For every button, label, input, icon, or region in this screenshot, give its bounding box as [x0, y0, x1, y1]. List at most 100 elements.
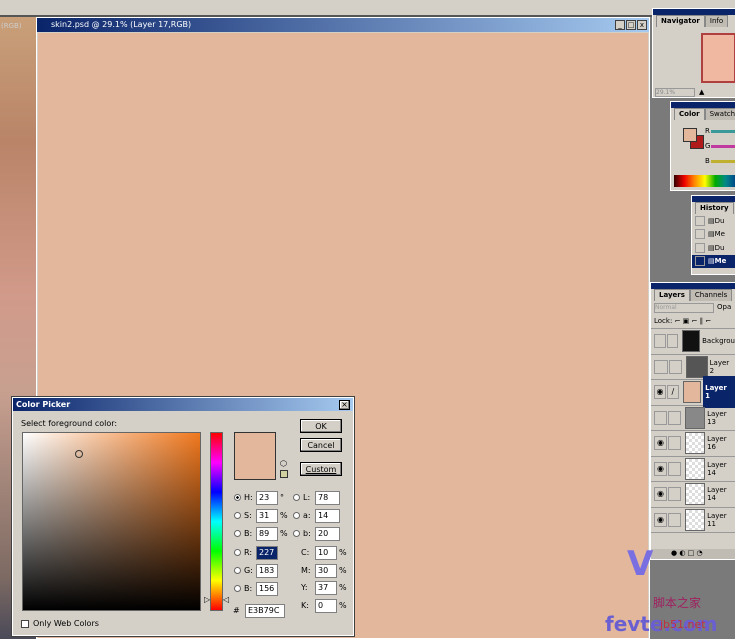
saturation-brightness-field[interactable]: [22, 432, 201, 611]
r-slider[interactable]: [711, 130, 735, 133]
visibility-eye-icon[interactable]: ◉: [654, 436, 667, 451]
tab-layers[interactable]: Layers: [654, 289, 690, 301]
tab-color[interactable]: Color: [674, 108, 705, 120]
hsb-unit: %: [280, 511, 288, 520]
only-web-colors-label: Only Web Colors: [33, 619, 99, 628]
tab-history[interactable]: History: [695, 202, 734, 214]
hue-slider-arrow-left[interactable]: ▷: [204, 595, 210, 604]
radio-hsb-1[interactable]: [234, 512, 241, 519]
cmyk-input[interactable]: 10: [315, 546, 337, 560]
history-item[interactable]: ▤ Me: [692, 228, 735, 242]
link-cell[interactable]: [667, 410, 681, 425]
layer-row[interactable]: ◉ Layer 14: [651, 457, 735, 482]
visibility-eye-icon[interactable]: [654, 334, 666, 349]
visibility-eye-icon[interactable]: ◉: [654, 461, 667, 476]
visibility-eye-icon[interactable]: ◉: [654, 512, 667, 527]
link-cell[interactable]: [667, 461, 681, 476]
foreground-swatch[interactable]: [683, 128, 697, 142]
hsb-input[interactable]: 23: [256, 491, 278, 505]
link-cell[interactable]: [667, 436, 681, 451]
tab-info[interactable]: Info: [704, 15, 729, 27]
cmyk-input[interactable]: 30: [315, 563, 337, 578]
opacity-label: Opa: [717, 303, 732, 311]
color-ramp[interactable]: [674, 175, 735, 187]
hsb-input[interactable]: 89: [256, 527, 278, 541]
layer-row[interactable]: ◉ Layer 14: [651, 482, 735, 508]
rgb-input[interactable]: 183: [256, 564, 278, 578]
cmyk-input[interactable]: 37: [315, 581, 337, 595]
tab-navigator[interactable]: Navigator: [656, 15, 705, 27]
zoom-out-icon[interactable]: ▲: [699, 88, 709, 97]
history-item[interactable]: ▤ Me: [692, 254, 735, 268]
history-item-label: Me: [714, 257, 727, 266]
hue-slider[interactable]: [210, 432, 223, 611]
hsb-input[interactable]: 31: [256, 509, 278, 523]
b-slider[interactable]: [711, 160, 735, 163]
radio-lab-2[interactable]: [293, 530, 300, 537]
lab-input[interactable]: 14: [315, 509, 340, 523]
brush-icon[interactable]: ∕: [666, 385, 679, 400]
radio-rgb-1[interactable]: [234, 567, 241, 574]
document-titlebar[interactable]: skin2.psd @ 29.1% (Layer 17,RGB) _ □ x: [37, 18, 649, 32]
layer-name: Layer 2: [709, 358, 730, 375]
maximize-button[interactable]: □: [626, 20, 636, 30]
radio-rgb-2[interactable]: [234, 585, 241, 592]
navigator-zoom-field[interactable]: 29.1%: [655, 88, 695, 97]
layer-name: Layer 14: [707, 486, 727, 503]
visibility-eye-icon[interactable]: ◉: [654, 487, 667, 502]
dialog-close-button[interactable]: ×: [339, 400, 350, 410]
rgb-input[interactable]: 227: [256, 546, 278, 560]
document-title: skin2.psd @ 29.1% (Layer 17,RGB): [51, 20, 192, 29]
custom-button[interactable]: Custom: [300, 462, 342, 476]
web-safe-swatch[interactable]: [280, 470, 288, 478]
link-cell[interactable]: [667, 487, 681, 502]
color-cursor[interactable]: [75, 450, 83, 458]
ok-button[interactable]: OK: [300, 419, 342, 433]
channel-r-label: R: [705, 127, 710, 135]
visibility-eye-icon[interactable]: [654, 359, 668, 374]
g-slider[interactable]: [711, 145, 735, 148]
radio-hsb-0[interactable]: [234, 494, 241, 501]
visibility-eye-icon[interactable]: ◉: [654, 385, 666, 400]
history-item[interactable]: ▤ Du: [692, 214, 735, 228]
radio-hsb-2[interactable]: [234, 530, 241, 537]
link-cell[interactable]: [667, 512, 681, 527]
link-cell[interactable]: [668, 359, 683, 374]
visibility-eye-icon[interactable]: [654, 410, 667, 425]
lock-icons[interactable]: ⌐ ▣ ⌐ ∥ ⌐: [675, 317, 712, 325]
layer-row[interactable]: ◉ Layer 16: [651, 431, 735, 457]
layer-row[interactable]: ◉ Layer 11: [651, 508, 735, 533]
history-item-label: Me: [714, 230, 725, 239]
hsb-label: H:: [244, 493, 253, 502]
link-cell[interactable]: [666, 334, 679, 349]
tab-swatches[interactable]: Swatch: [704, 108, 735, 120]
lab-input[interactable]: 20: [315, 527, 340, 541]
layer-row[interactable]: Backgrou: [651, 329, 735, 355]
navigator-preview[interactable]: [701, 33, 735, 83]
radio-lab-0[interactable]: [293, 494, 300, 501]
layers-panel: Layers Channels Normal Opa Lock: ⌐ ▣ ⌐ ∥ …: [650, 282, 735, 560]
layer-row[interactable]: Layer 13: [651, 406, 735, 431]
only-web-colors-checkbox[interactable]: [21, 620, 29, 628]
tab-channels[interactable]: Channels: [689, 289, 733, 301]
lab-label: a:: [303, 511, 311, 520]
radio-rgb-0[interactable]: [234, 549, 241, 556]
minimize-button[interactable]: _: [615, 20, 625, 30]
window-title-fragment: (RGB): [1, 22, 22, 30]
radio-lab-1[interactable]: [293, 512, 300, 519]
cancel-button[interactable]: Cancel: [300, 438, 342, 452]
rgb-input[interactable]: 156: [256, 582, 278, 596]
blend-mode-select[interactable]: Normal: [654, 303, 714, 313]
watermark-logo-icon: V: [627, 544, 654, 584]
options-bar: [0, 0, 735, 17]
hsb-label: B:: [244, 529, 253, 538]
history-item[interactable]: ▤ Du: [692, 241, 735, 255]
layer-row[interactable]: ◉ ∕ Layer 1: [651, 376, 735, 409]
hex-input[interactable]: E3B79C: [245, 604, 285, 618]
layer-thumbnail: [684, 508, 706, 531]
cmyk-input[interactable]: 0: [315, 598, 337, 613]
close-button[interactable]: x: [637, 20, 647, 30]
lab-input[interactable]: 78: [315, 491, 340, 505]
hue-slider-arrow-right[interactable]: ◁: [223, 595, 229, 604]
gamut-warning-icon[interactable]: ⬡: [280, 459, 287, 468]
